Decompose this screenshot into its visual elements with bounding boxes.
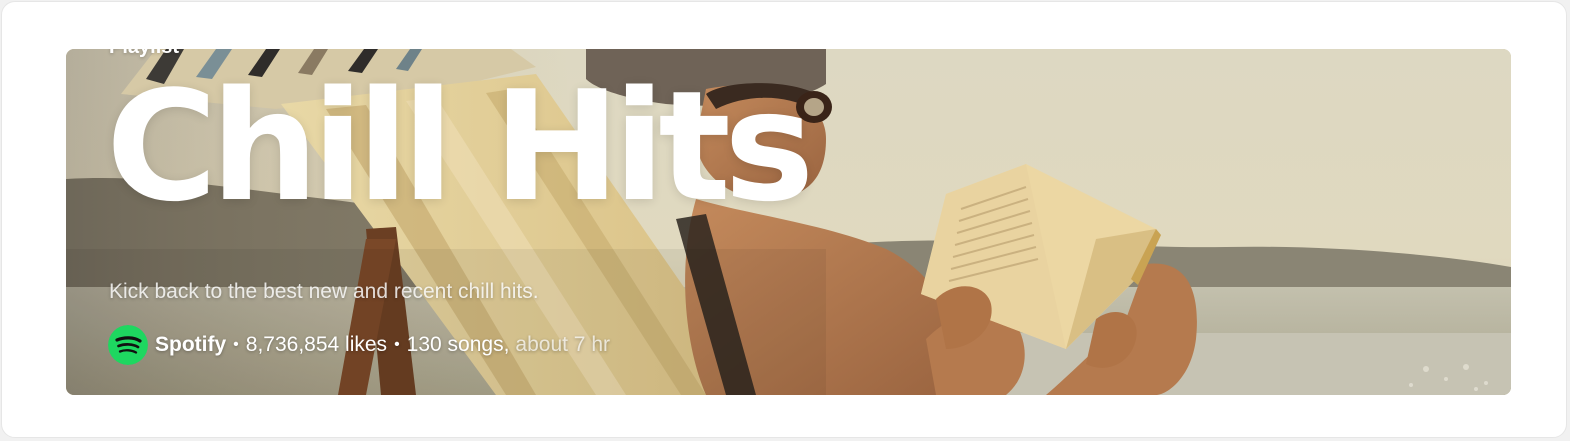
playlist-description: Kick back to the best new and recent chi…	[109, 280, 539, 303]
owner-link[interactable]: Spotify	[155, 333, 226, 357]
likes-count: 8,736,854 likes	[245, 333, 388, 356]
spotify-logo-icon[interactable]	[108, 325, 148, 365]
songs-count: 130 songs,	[406, 333, 510, 356]
outer-card: Playlist Chill Hits Kick back to the bes…	[1, 1, 1567, 438]
meta-separator: •	[233, 336, 239, 353]
playlist-meta: Spotify • 8,736,854 likes • 130 songs, a…	[108, 325, 610, 365]
playlist-header-banner: Playlist Chill Hits Kick back to the bes…	[66, 49, 1511, 395]
playlist-duration: about 7 hr	[515, 333, 610, 356]
meta-separator: •	[394, 336, 400, 353]
playlist-title: Chill Hits	[106, 58, 814, 235]
